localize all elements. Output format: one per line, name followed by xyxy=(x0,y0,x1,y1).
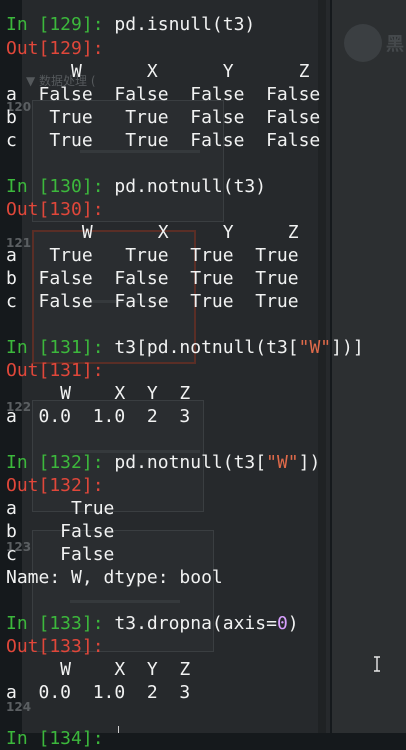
in-prompt: In [131]: xyxy=(6,337,104,358)
code-text: ]) xyxy=(298,452,321,473)
output-line: b False xyxy=(6,521,115,542)
output-line: Name: W, dtype: bool xyxy=(6,567,223,588)
output-line: a 0.0 1.0 2 3 xyxy=(6,682,191,703)
code-text: pd.notnull(t3[ xyxy=(114,452,267,473)
code-text: pd.isnull(t3) xyxy=(114,14,256,35)
output-line: a True True True True xyxy=(6,245,299,266)
out-prompt: Out[133]: xyxy=(6,636,104,657)
code-string: "W" xyxy=(266,452,299,473)
code-text: ])] xyxy=(331,337,364,358)
in-prompt: In [132]: xyxy=(6,452,104,473)
out-prompt: Out[130]: xyxy=(6,199,104,220)
input-line[interactable]: In [129]: pd.isnull(t3) xyxy=(6,13,255,36)
output-line: c True True False False xyxy=(6,130,321,151)
output-line: b True True False False xyxy=(6,107,321,128)
input-line[interactable]: In [131]: t3[pd.notnull(t3["W"])] xyxy=(6,336,364,359)
ibeam-cursor-icon xyxy=(374,656,380,672)
output-line: a True xyxy=(6,498,115,519)
code-number: 0 xyxy=(276,613,288,634)
output-line: W X Y Z xyxy=(6,61,310,82)
code-text: ) xyxy=(287,613,299,634)
next-in-prompt[interactable]: In [134]: xyxy=(6,727,104,750)
out-prompt: Out[131]: xyxy=(6,360,104,381)
in-prompt: In [129]: xyxy=(6,14,104,35)
output-line: c False False True True xyxy=(6,291,299,312)
in-prompt: In [130]: xyxy=(6,176,104,197)
out-prompt: Out[132]: xyxy=(6,475,104,496)
out-prompt: Out[129]: xyxy=(6,38,104,59)
input-line[interactable]: In [130]: pd.notnull(t3) xyxy=(6,175,266,198)
ipython-console[interactable]: In [129]: pd.isnull(t3) Out[129]: W X Y … xyxy=(0,0,406,749)
output-line: c False xyxy=(6,544,115,565)
code-text: t3[pd.notnull(t3[ xyxy=(114,337,299,358)
output-line: b False False True True xyxy=(6,268,299,289)
code-text: pd.notnull(t3) xyxy=(114,176,267,197)
output-line: a False False False False xyxy=(6,84,321,105)
output-line: W X Y Z xyxy=(6,383,191,404)
output-line: W X Y Z xyxy=(6,222,299,243)
code-text: t3.dropna(axis= xyxy=(114,613,277,634)
input-line[interactable]: In [133]: t3.dropna(axis=0) xyxy=(6,612,299,635)
code-string: "W" xyxy=(298,337,332,358)
input-line[interactable]: In [132]: pd.notnull(t3["W"]) xyxy=(6,451,320,474)
text-caret xyxy=(118,726,119,733)
in-prompt: In [133]: xyxy=(6,613,104,634)
output-line: a 0.0 1.0 2 3 xyxy=(6,406,191,427)
output-line: W X Y Z xyxy=(6,659,191,680)
